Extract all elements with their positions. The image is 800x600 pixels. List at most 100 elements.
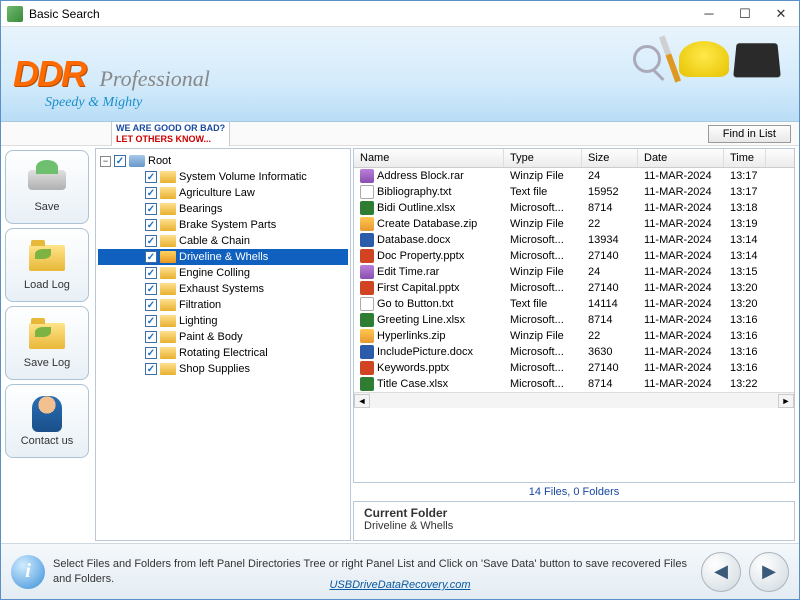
file-list[interactable]: Name Type Size Date Time Address Block.r… [353,148,795,483]
file-time: 13:19 [724,217,766,231]
folder-icon [160,347,176,359]
file-row[interactable]: Address Block.rarWinzip File2411-MAR-202… [354,168,794,184]
checkbox[interactable] [145,235,157,247]
checkbox[interactable] [145,347,157,359]
file-row[interactable]: Edit Time.rarWinzip File2411-MAR-202413:… [354,264,794,280]
feedback-banner[interactable]: WE ARE GOOD OR BAD? LET OTHERS KNOW... [111,121,230,147]
save-log-button[interactable]: Save Log [5,306,89,380]
folder-open-icon [29,245,65,271]
tree-item[interactable]: Cable & Chain [98,233,348,249]
load-log-button[interactable]: Load Log [5,228,89,302]
tree-item-label: Lighting [179,315,218,327]
tree-item[interactable]: Bearings [98,201,348,217]
checkbox[interactable] [145,187,157,199]
file-row[interactable]: IncludePicture.docxMicrosoft...363011-MA… [354,344,794,360]
tree-item-label: Filtration [179,299,221,311]
file-type: Microsoft... [504,377,582,391]
file-type: Microsoft... [504,201,582,215]
checkbox[interactable] [145,219,157,231]
tree-item[interactable]: Brake System Parts [98,217,348,233]
file-row[interactable]: Title Case.xlsxMicrosoft...871411-MAR-20… [354,376,794,392]
tree-item[interactable]: Lighting [98,313,348,329]
minimize-button[interactable]: ─ [691,3,727,25]
file-name: Doc Property.pptx [377,250,464,262]
file-size: 13934 [582,233,638,247]
tree-pane[interactable]: − Root System Volume InformaticAgricultu… [95,148,351,541]
checkbox[interactable] [145,331,157,343]
scroll-right-icon[interactable]: ► [778,394,794,408]
checkbox[interactable] [145,251,157,263]
file-type: Microsoft... [504,313,582,327]
scroll-left-icon[interactable]: ◄ [354,394,370,408]
folder-icon [160,283,176,295]
footer-url[interactable]: USBDriveDataRecovery.com [329,579,470,591]
horizontal-scrollbar[interactable]: ◄ ► [354,392,794,408]
file-row[interactable]: Hyperlinks.zipWinzip File2211-MAR-202413… [354,328,794,344]
file-row[interactable]: First Capital.pptxMicrosoft...2714011-MA… [354,280,794,296]
tree-item[interactable]: Driveline & Whells [98,249,348,265]
tree-item[interactable]: Filtration [98,297,348,313]
toolbar: WE ARE GOOD OR BAD? LET OTHERS KNOW... F… [1,122,799,146]
file-date: 11-MAR-2024 [638,217,724,231]
file-txt-icon [360,297,374,311]
tree-item[interactable]: Paint & Body [98,329,348,345]
maximize-button[interactable]: ☐ [727,3,763,25]
file-row[interactable]: Go to Button.txtText file1411411-MAR-202… [354,296,794,312]
file-name: Hyperlinks.zip [377,330,445,342]
col-date[interactable]: Date [638,149,724,167]
col-name[interactable]: Name [354,149,504,167]
file-date: 11-MAR-2024 [638,249,724,263]
file-size: 27140 [582,281,638,295]
checkbox[interactable] [145,171,157,183]
contact-us-button[interactable]: Contact us [5,384,89,458]
tree-root[interactable]: − Root [98,153,348,169]
file-row[interactable]: Doc Property.pptxMicrosoft...2714011-MAR… [354,248,794,264]
tree-item[interactable]: Rotating Electrical [98,345,348,361]
checkbox[interactable] [145,299,157,311]
tree-item[interactable]: Engine Colling [98,265,348,281]
checkbox[interactable] [145,315,157,327]
file-xlsx-icon [360,313,374,327]
back-button[interactable]: ◀ [701,552,741,592]
file-row[interactable]: Bibliography.txtText file1595211-MAR-202… [354,184,794,200]
folder-icon [160,171,176,183]
folder-icon [160,203,176,215]
file-txt-icon [360,185,374,199]
next-button[interactable]: ▶ [749,552,789,592]
col-size[interactable]: Size [582,149,638,167]
file-type: Winzip File [504,265,582,279]
tree-item[interactable]: System Volume Informatic [98,169,348,185]
file-date: 11-MAR-2024 [638,345,724,359]
file-name: Database.docx [377,234,450,246]
file-row[interactable]: Create Database.zipWinzip File2211-MAR-2… [354,216,794,232]
folder-icon [160,267,176,279]
file-time: 13:14 [724,233,766,247]
checkbox[interactable] [145,363,157,375]
feedback-line1: WE ARE GOOD OR BAD? [116,123,225,133]
collapse-icon[interactable]: − [100,156,111,167]
checkbox[interactable] [145,203,157,215]
col-type[interactable]: Type [504,149,582,167]
file-row[interactable]: Database.docxMicrosoft...1393411-MAR-202… [354,232,794,248]
tree-item[interactable]: Shop Supplies [98,361,348,377]
file-row[interactable]: Bidi Outline.xlsxMicrosoft...871411-MAR-… [354,200,794,216]
main-area: Save Load Log Save Log Contact us − Root [1,146,799,543]
file-docx-icon [360,345,374,359]
save-button[interactable]: Save [5,150,89,224]
file-summary: 14 Files, 0 Folders [353,485,795,499]
checkbox[interactable] [145,283,157,295]
col-time[interactable]: Time [724,149,766,167]
checkbox[interactable] [114,155,126,167]
checkbox[interactable] [145,267,157,279]
magnifier-icon [633,45,661,73]
file-date: 11-MAR-2024 [638,265,724,279]
file-row[interactable]: Keywords.pptxMicrosoft...2714011-MAR-202… [354,360,794,376]
tree-item[interactable]: Agriculture Law [98,185,348,201]
file-time: 13:14 [724,249,766,263]
file-time: 13:16 [724,313,766,327]
tree-item[interactable]: Exhaust Systems [98,281,348,297]
person-icon [32,396,62,432]
file-row[interactable]: Greeting Line.xlsxMicrosoft...871411-MAR… [354,312,794,328]
find-in-list-button[interactable]: Find in List [708,125,791,143]
close-button[interactable]: ✕ [763,3,799,25]
